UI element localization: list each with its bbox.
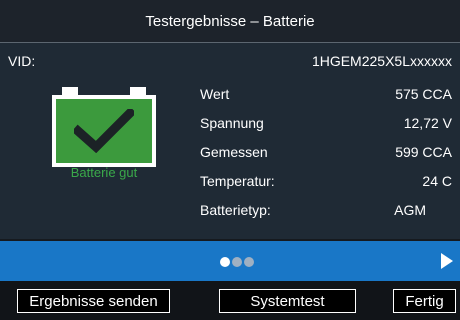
page-dot xyxy=(244,257,254,267)
battery-terminal-right xyxy=(130,87,146,95)
vid-value: 1HGEM225X5Lxxxxxx xyxy=(311,53,452,69)
title-bar: Testergebnisse – Batterie xyxy=(0,0,460,43)
result-row-batterietyp: Batterietyp: AGM xyxy=(200,202,452,222)
page-dot xyxy=(232,257,242,267)
result-label: Gemessen xyxy=(200,144,268,160)
vid-label: VID: xyxy=(8,53,36,69)
screen-title: Testergebnisse – Batterie xyxy=(145,12,315,30)
battery-status-text: Batterie gut xyxy=(70,165,138,180)
battery-body xyxy=(52,95,156,167)
result-value: 575 CCA xyxy=(395,86,452,102)
result-row-wert: Wert 575 CCA xyxy=(200,86,452,106)
page-navigation-bar xyxy=(0,241,460,281)
result-label: Spannung xyxy=(200,115,264,131)
checkmark-icon xyxy=(74,109,134,153)
footer-bar: Ergebnisse senden Systemtest Fertig xyxy=(0,281,460,320)
result-value: AGM xyxy=(394,202,426,218)
result-row-spannung: Spannung 12,72 V xyxy=(200,115,452,135)
result-value: 12,72 V xyxy=(403,115,452,131)
page-indicator xyxy=(220,257,254,267)
result-value: 599 CCA xyxy=(395,144,452,160)
result-value: 24 C xyxy=(422,173,452,189)
result-label: Wert xyxy=(200,86,230,102)
battery-terminal-left xyxy=(62,87,78,95)
send-results-button[interactable]: Ergebnisse senden xyxy=(17,289,170,313)
result-row-gemessen: Gemessen 599 CCA xyxy=(200,144,452,164)
page-dot-active xyxy=(220,257,230,267)
battery-ok-check-icon xyxy=(52,87,156,167)
arrow-right-icon[interactable] xyxy=(441,253,453,269)
battery-test-results-screen: Testergebnisse – Batterie VID: 1HGEM225X… xyxy=(0,0,460,320)
result-row-temperatur: Temperatur: 24 C xyxy=(200,173,452,193)
result-label: Temperatur: xyxy=(200,173,275,189)
result-label: Batterietyp: xyxy=(200,202,271,218)
results-panel: VID: 1HGEM225X5Lxxxxxx Batterie gut Wert… xyxy=(0,43,460,239)
system-test-button[interactable]: Systemtest xyxy=(219,289,356,313)
done-button[interactable]: Fertig xyxy=(393,289,456,313)
